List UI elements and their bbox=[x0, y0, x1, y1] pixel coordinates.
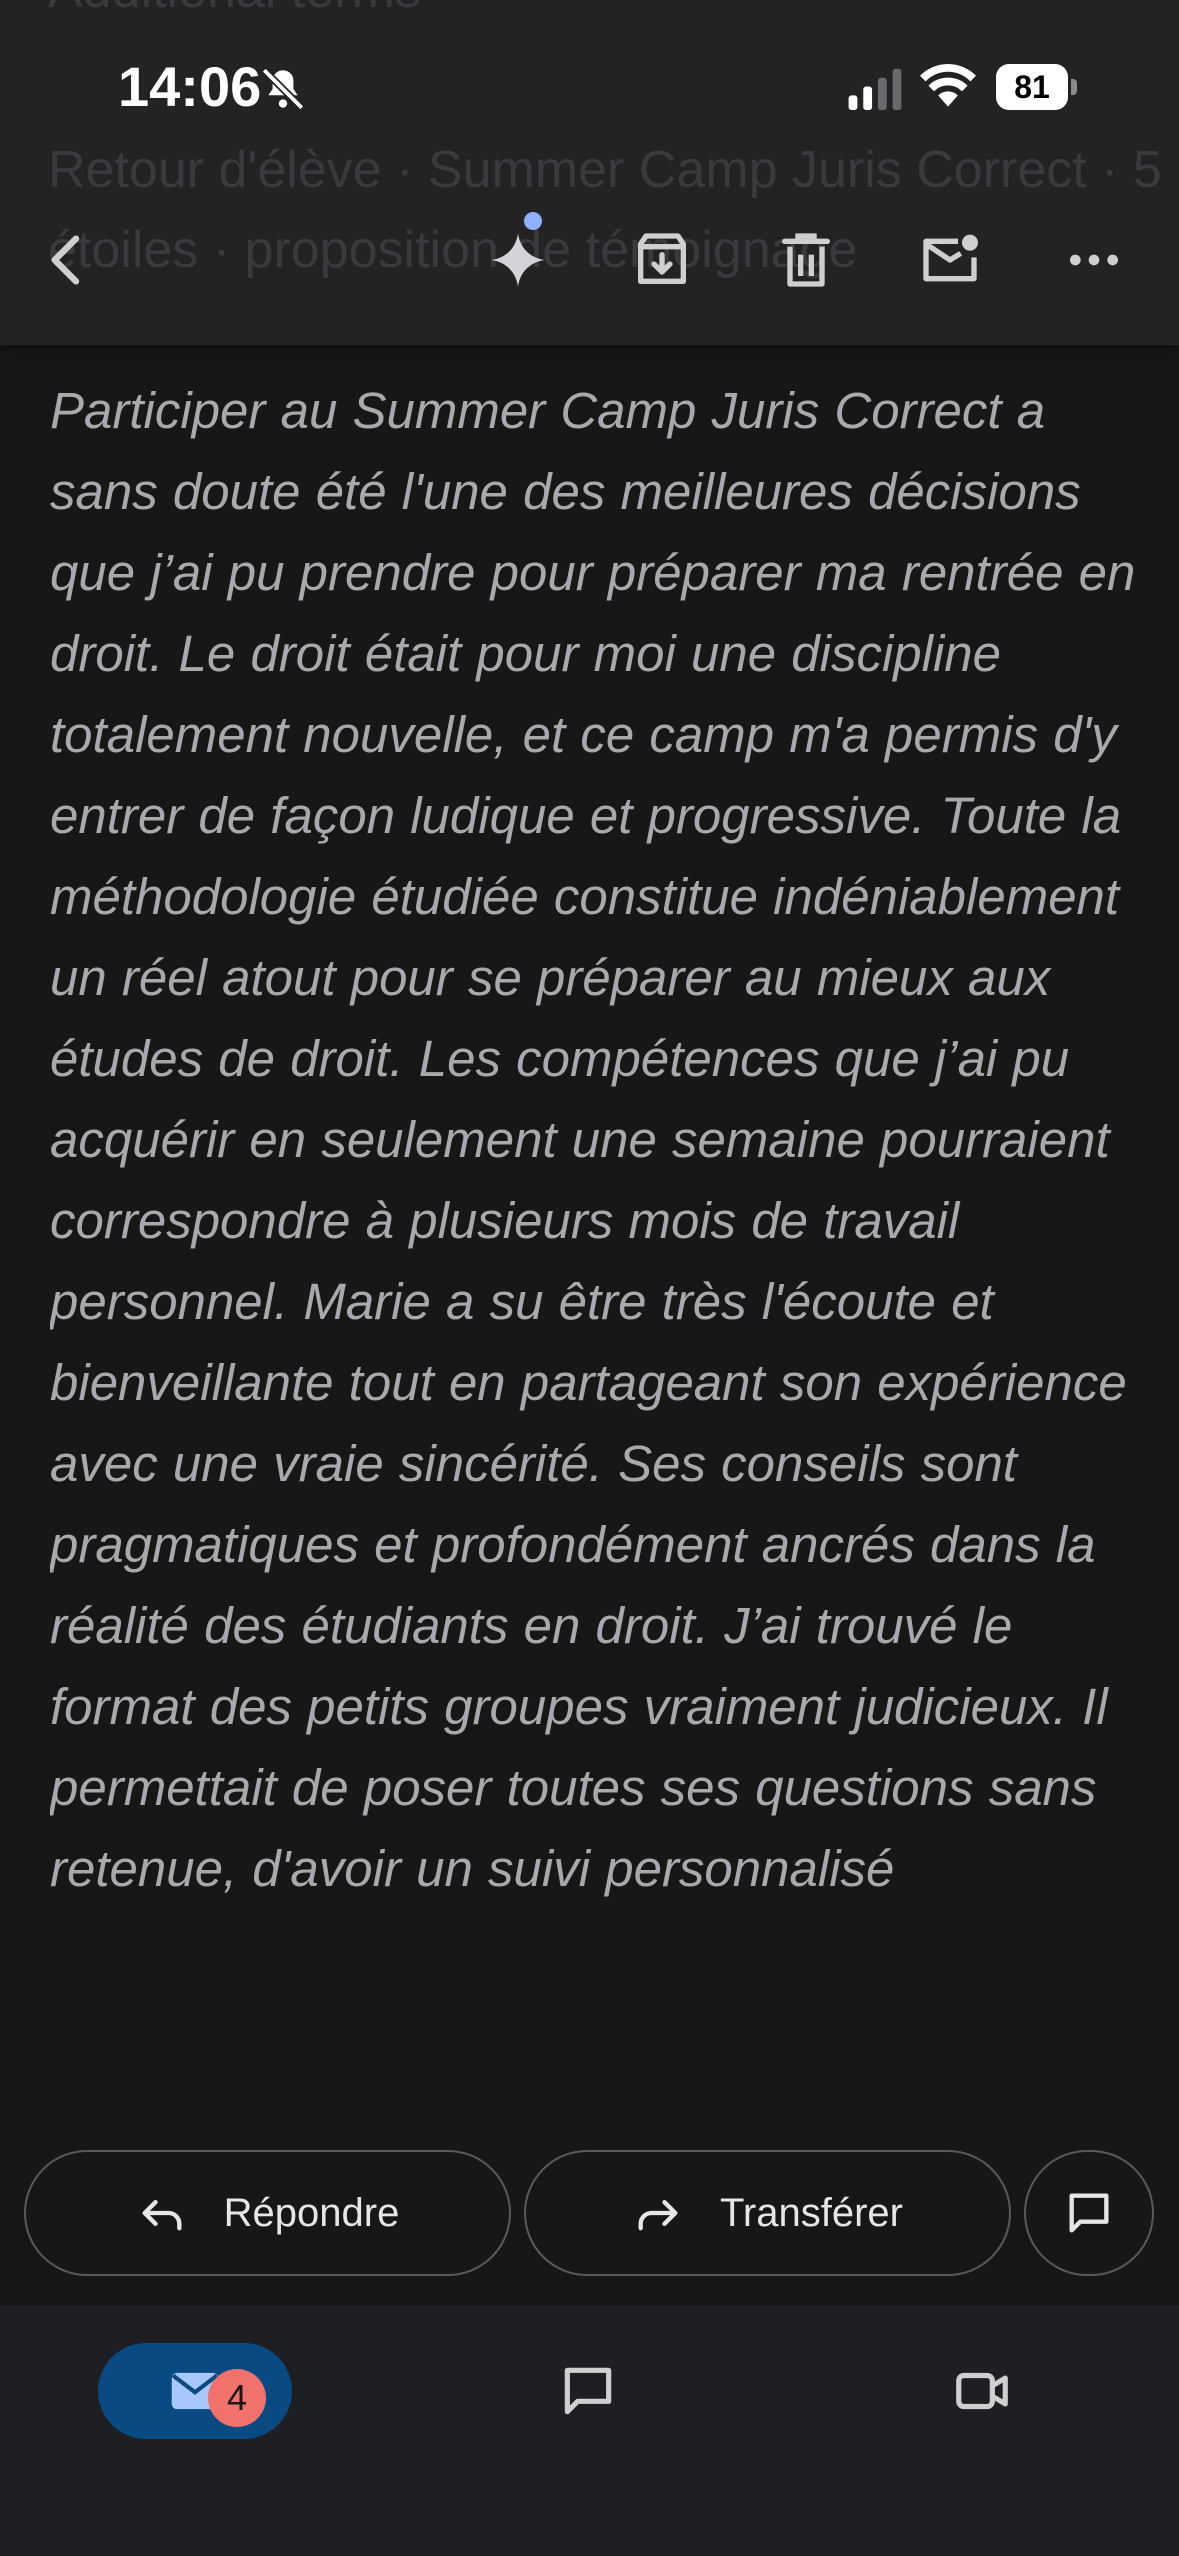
status-time: 14:06 bbox=[118, 55, 262, 118]
gemini-button[interactable] bbox=[478, 220, 558, 300]
video-camera-icon bbox=[956, 2372, 1008, 2410]
ghost-subject-line-2: étoiles · proposition de témoignage bbox=[48, 221, 858, 279]
reply-icon bbox=[142, 2200, 182, 2231]
sparkle-icon bbox=[491, 233, 545, 287]
mark-unread-button[interactable] bbox=[910, 220, 990, 300]
back-button[interactable] bbox=[28, 220, 108, 300]
trash-icon bbox=[782, 233, 830, 287]
signal-icon bbox=[848, 68, 902, 110]
reply-button[interactable]: Répondre bbox=[24, 2150, 511, 2276]
chat-icon bbox=[564, 2367, 612, 2415]
archive-icon bbox=[638, 233, 686, 284]
reply-label: Répondre bbox=[223, 2190, 400, 2235]
bottom-navigation: 4 bbox=[0, 2305, 1179, 2556]
forward-icon bbox=[638, 2200, 678, 2231]
chat-reply-button[interactable] bbox=[1024, 2150, 1154, 2276]
forward-label: Transférer bbox=[719, 2190, 903, 2235]
ghost-subject-line-1: Retour d'élève · Summer Camp Juris Corre… bbox=[48, 141, 1162, 199]
bell-muted-icon bbox=[261, 67, 305, 111]
action-bar: Répondre Transférer bbox=[0, 2130, 1179, 2305]
unread-count-badge: 4 bbox=[208, 2369, 266, 2427]
top-app-bar: Retour d'élève · Summer Camp Juris Corre… bbox=[0, 0, 1179, 345]
tab-mail[interactable]: 4 bbox=[98, 2343, 292, 2439]
back-arrow-icon bbox=[51, 235, 80, 285]
ghost-heading: Additional terms bbox=[48, 0, 421, 20]
mark-unread-icon bbox=[923, 234, 978, 282]
delete-button[interactable] bbox=[766, 220, 846, 300]
archive-button[interactable] bbox=[622, 220, 702, 300]
chat-bubble-icon bbox=[1069, 2193, 1109, 2233]
notification-dot bbox=[524, 212, 542, 230]
email-body: Participer au Summer Camp Juris Correct … bbox=[50, 382, 1136, 1897]
tab-meet[interactable] bbox=[934, 2343, 1030, 2439]
wifi-icon bbox=[920, 64, 976, 107]
battery-indicator: 81 bbox=[996, 64, 1078, 110]
battery-level: 81 bbox=[1014, 69, 1050, 105]
more-options-button[interactable] bbox=[1054, 220, 1134, 300]
forward-button[interactable]: Transférer bbox=[524, 2150, 1011, 2276]
more-icon bbox=[1070, 254, 1118, 266]
tab-chat[interactable] bbox=[540, 2343, 636, 2439]
